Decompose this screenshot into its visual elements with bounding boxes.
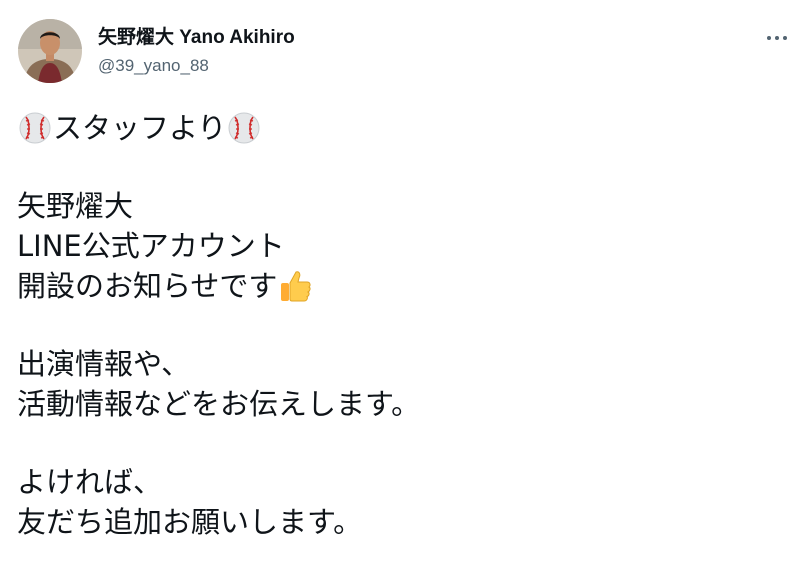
tweet-line-7: よければ、 [17,465,163,499]
baseball-emoji-icon [17,110,53,146]
more-horizontal-icon-dot [775,36,779,40]
tweet-line: スタッフより [17,108,787,148]
tweet-line-5: 出演情報や、 [17,347,191,381]
avatar-image [18,19,82,83]
tweet-line: 活動情報などをお伝えします。 [17,384,787,424]
tweet-line-8: 友だち追加お願いします。 [17,505,363,539]
tweet-line: 出演情報や、 [17,344,787,384]
tweet-card: 矢野燿大 Yano Akihiro @39_yano_88 スタッフより 矢野燿… [0,0,803,568]
more-options-button[interactable] [762,28,792,48]
tweet-line-1: スタッフより [53,111,227,145]
tweet-line: よければ、 [17,462,787,502]
avatar[interactable] [18,19,82,83]
tweet-line: 開設のお知らせです [17,266,787,306]
more-horizontal-icon [767,36,771,40]
tweet-line-3: LINE公式アカウント [17,229,285,263]
user-handle[interactable]: @39_yano_88 [98,55,209,77]
thumbs-up-emoji-icon [277,268,313,304]
tweet-line-6: 活動情報などをお伝えします。 [17,387,421,421]
baseball-emoji-icon [226,110,262,146]
tweet-line-2: 矢野燿大 [17,189,134,223]
tweet-text: スタッフより 矢野燿大 LINE公式アカウント 開設のお知らせです 出演情報や、… [17,108,787,542]
tweet-line: 矢野燿大 [17,186,787,226]
tweet-line-4: 開設のお知らせです [17,269,278,303]
tweet-line: 友だち追加お願いします。 [17,502,787,542]
more-horizontal-icon-dot [783,36,787,40]
tweet-line: LINE公式アカウント [17,226,787,266]
display-name[interactable]: 矢野燿大 Yano Akihiro [98,26,295,50]
